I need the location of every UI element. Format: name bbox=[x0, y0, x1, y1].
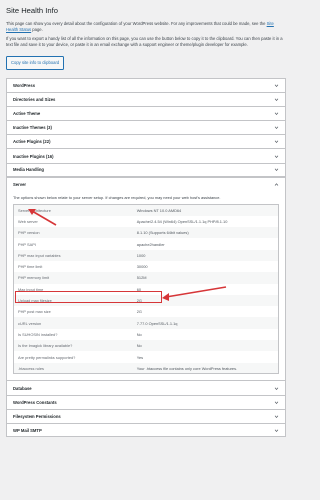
row-key: Web server bbox=[18, 218, 38, 224]
row-key: Are pretty permalinks supported? bbox=[18, 354, 76, 360]
sections-top: WordPress Directories and Sizes Active The… bbox=[6, 77, 286, 177]
row-key: Is the Imagick library available? bbox=[18, 343, 73, 349]
chevron-down-icon bbox=[274, 400, 279, 405]
row-key: Server architecture bbox=[18, 207, 51, 213]
accordion-item-wp-mail-smtp[interactable]: WP Mail SMTP bbox=[6, 423, 286, 438]
table-row: Web server Apache/2.4.54 (Win64) OpenSSL/… bbox=[13, 215, 279, 228]
accordion-item-inactive-plugins-16[interactable]: Inactive Plugins (16) bbox=[6, 148, 286, 163]
row-value: 2G bbox=[136, 309, 142, 315]
table-row: Are pretty permalinks supported? Yes bbox=[13, 351, 279, 363]
row-value: Yes bbox=[136, 354, 144, 360]
intro-text-post: page. bbox=[31, 27, 43, 32]
table-row: PHP memory limit 512M bbox=[13, 272, 279, 284]
table-row: PHP max input variables 1000 bbox=[13, 249, 279, 261]
table-row: Is SUHOSIN installed? No bbox=[13, 328, 279, 341]
row-key: PHP version bbox=[18, 230, 40, 236]
accordion-label: Directories and Sizes bbox=[13, 96, 56, 102]
chevron-down-icon bbox=[274, 414, 279, 419]
table-row: .htaccess rules Your .htaccess file conta… bbox=[13, 362, 279, 374]
accordion-label: Inactive Themes (3) bbox=[13, 125, 52, 131]
row-value: 30000 bbox=[136, 264, 148, 270]
chevron-down-icon bbox=[274, 139, 279, 144]
row-value: Apache/2.4.54 (Win64) OpenSSL/1.1.1q PHP… bbox=[136, 218, 228, 224]
accordion-item-server[interactable]: Server bbox=[7, 177, 285, 192]
server-section-header[interactable]: Server bbox=[6, 176, 286, 192]
table-row: cURL version 7.77.0 OpenSSL/1.1.1q bbox=[13, 317, 279, 329]
chevron-down-icon bbox=[274, 154, 279, 159]
row-value: 7.77.0 OpenSSL/1.1.1q bbox=[136, 320, 178, 326]
accordion-item-database[interactable]: Database bbox=[6, 380, 286, 395]
accordion-item-wordpress[interactable]: WordPress bbox=[6, 77, 286, 92]
chevron-down-icon bbox=[274, 97, 279, 102]
intro-paragraph-1: This page can show you every detail abou… bbox=[6, 21, 286, 33]
server-description: The options shown below relate to your s… bbox=[13, 195, 221, 200]
row-key: PHP max input variables bbox=[18, 252, 61, 258]
row-value: 512M bbox=[136, 275, 147, 281]
table-row: PHP time limit 30000 bbox=[13, 260, 279, 273]
row-value: apache2handler bbox=[136, 241, 165, 247]
server-info-table: Server architecture Windows NT 10.0 AMD64… bbox=[13, 204, 279, 375]
copy-site-info-button[interactable]: Copy site info to clipboard bbox=[6, 55, 65, 70]
table-row: PHP SAPI apache2handler bbox=[13, 238, 279, 250]
chevron-down-icon bbox=[274, 111, 279, 116]
row-value: 8.1.10 (Supports 64bit values) bbox=[136, 230, 189, 236]
row-key: PHP SAPI bbox=[18, 241, 36, 247]
intro-text-pre: This page can show you every detail abou… bbox=[6, 21, 267, 26]
table-row: Max input time 60 bbox=[13, 283, 279, 295]
table-row: PHP post max size 2G bbox=[13, 306, 279, 318]
sections-bottom: Database WordPress Constants Filesystem Pe… bbox=[6, 380, 286, 438]
row-value: No bbox=[136, 343, 142, 349]
row-value: Your .htaccess file contains only core W… bbox=[136, 365, 238, 371]
chevron-down-icon bbox=[274, 428, 279, 433]
table-row: Is the Imagick library available? No bbox=[13, 340, 279, 352]
row-value: 1000 bbox=[136, 252, 146, 258]
chevron-down-icon bbox=[274, 125, 279, 130]
intro-paragraph-2: If you want to export a handy list of al… bbox=[6, 36, 283, 47]
row-key: PHP memory limit bbox=[18, 275, 50, 281]
chevron-up-icon bbox=[274, 182, 279, 187]
row-key: Is SUHOSIN installed? bbox=[18, 331, 58, 337]
page-title: Site Health Info bbox=[6, 6, 58, 15]
accordion-label: Media Handling bbox=[13, 167, 44, 173]
row-key: .htaccess rules bbox=[18, 365, 44, 371]
row-key: cURL version bbox=[18, 320, 42, 326]
accordion-label: WordPress bbox=[13, 82, 36, 88]
accordion-label: Filesystem Permissions bbox=[13, 413, 61, 419]
accordion-label: WordPress Constants bbox=[13, 399, 57, 405]
row-value: 2G bbox=[136, 298, 142, 304]
row-value: 60 bbox=[136, 286, 142, 292]
accordion-label: Active Plugins (22) bbox=[13, 139, 51, 145]
accordion-item-wordpress-constants[interactable]: WordPress Constants bbox=[6, 394, 286, 409]
row-key: PHP time limit bbox=[18, 264, 43, 270]
table-row: Upload max filesize 2G bbox=[13, 294, 279, 307]
accordion-item-active-theme[interactable]: Active Theme bbox=[6, 105, 286, 121]
accordion-label: Inactive Plugins (16) bbox=[13, 153, 54, 159]
accordion-item-filesystem-permissions[interactable]: Filesystem Permissions bbox=[6, 408, 286, 424]
row-key: Upload max filesize bbox=[18, 298, 52, 304]
row-key: Max input time bbox=[18, 286, 44, 292]
accordion-label: WP Mail SMTP bbox=[13, 427, 42, 433]
chevron-down-icon bbox=[274, 83, 279, 88]
row-key: PHP post max size bbox=[18, 309, 51, 315]
accordion-item-directories-and-sizes[interactable]: Directories and Sizes bbox=[6, 91, 286, 106]
site-health-info-page: Site Health Info This page can show you … bbox=[0, 0, 292, 438]
accordion-item-media-handling[interactable]: Media Handling bbox=[6, 162, 286, 177]
accordion-label: Database bbox=[13, 385, 32, 391]
table-row: PHP version 8.1.10 (Supports 64bit values… bbox=[13, 227, 279, 239]
server-panel: The options shown below relate to your s… bbox=[6, 192, 286, 381]
table-row: Server architecture Windows NT 10.0 AMD64 bbox=[13, 204, 279, 216]
chevron-down-icon bbox=[274, 167, 279, 172]
accordion-item-inactive-themes-3[interactable]: Inactive Themes (3) bbox=[6, 120, 286, 135]
accordion-label: Server bbox=[13, 182, 27, 188]
accordion-item-active-plugins-22[interactable]: Active Plugins (22) bbox=[6, 134, 286, 149]
row-value: Windows NT 10.0 AMD64 bbox=[136, 207, 182, 213]
row-value: No bbox=[136, 331, 142, 337]
chevron-down-icon bbox=[274, 386, 279, 391]
accordion-label: Active Theme bbox=[13, 110, 41, 116]
